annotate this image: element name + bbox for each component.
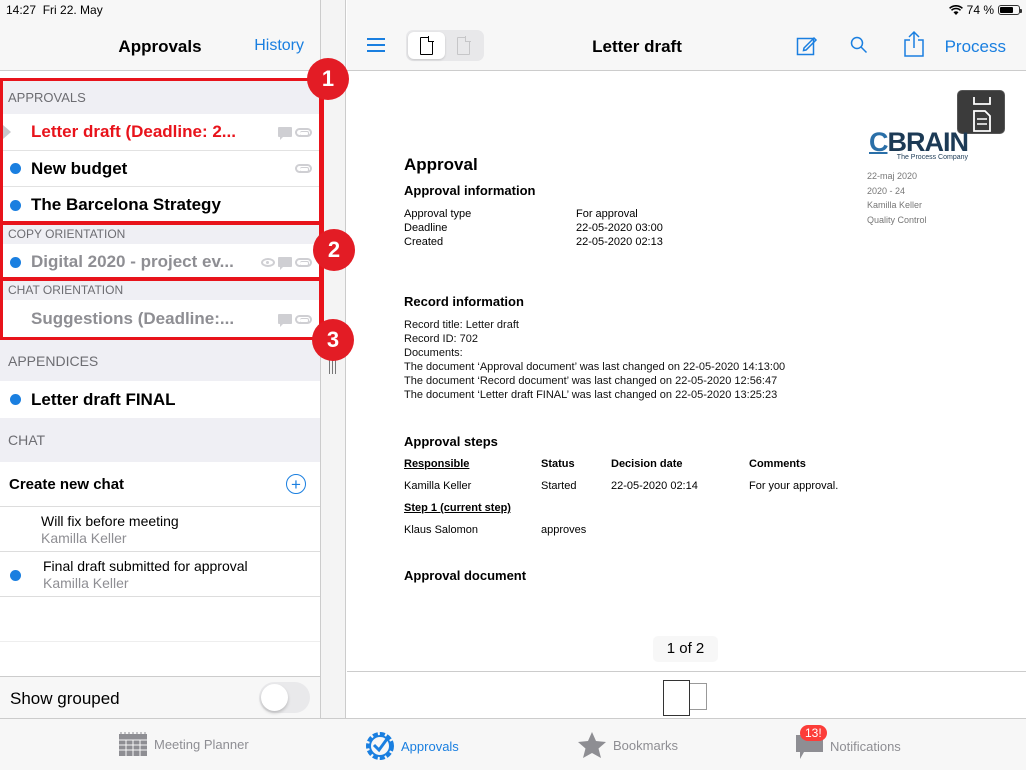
page-thumbnail-1[interactable] bbox=[663, 680, 690, 716]
create-new-chat-button[interactable]: Create new chat + bbox=[0, 462, 320, 507]
chat-message-item[interactable]: Final draft submitted for approval Kamil… bbox=[0, 552, 320, 597]
approval-badge-icon bbox=[366, 732, 394, 760]
unread-dot-icon bbox=[10, 394, 21, 405]
chat-message-author: Kamilla Keller bbox=[41, 530, 127, 546]
process-button[interactable]: Process bbox=[945, 37, 1006, 57]
tab-notifications[interactable]: 13! Notifications bbox=[795, 725, 901, 761]
record-info-heading: Record information bbox=[404, 294, 524, 309]
compose-icon[interactable] bbox=[796, 34, 818, 56]
show-grouped-toggle[interactable] bbox=[259, 682, 310, 713]
approval-item-label: The Barcelona Strategy bbox=[31, 195, 221, 214]
approval-info-heading: Approval information bbox=[404, 183, 536, 198]
document-title: Letter draft bbox=[592, 37, 682, 56]
document-nav-bar: 74 % Letter draft Process bbox=[347, 0, 1026, 71]
section-header-copy-orientation: COPY ORIENTATION bbox=[0, 223, 320, 244]
section-header-chat-orientation: CHAT ORIENTATION bbox=[0, 280, 320, 300]
comment-icon bbox=[278, 257, 292, 270]
tab-label: Approvals bbox=[401, 738, 459, 754]
chat-message-title: Final draft submitted for approval bbox=[43, 558, 248, 574]
approval-item-label: Letter draft (Deadline: 2... bbox=[31, 122, 236, 141]
page-thumbnail-2[interactable] bbox=[689, 683, 707, 710]
approval-info-row: Approval type For approval bbox=[404, 208, 638, 220]
doc-heading: Approval bbox=[404, 155, 478, 174]
wifi-icon bbox=[948, 4, 963, 15]
approval-info-row: Deadline 22-05-2020 03:00 bbox=[404, 222, 663, 234]
resize-grip-icon[interactable] bbox=[329, 360, 336, 374]
attachment-icon bbox=[295, 314, 312, 324]
approval-document-heading: Approval document bbox=[404, 568, 527, 583]
attachment-icon bbox=[295, 127, 312, 137]
tab-label: Bookmarks bbox=[613, 737, 679, 753]
page-thumbnail-strip bbox=[347, 671, 1026, 718]
callout-badge-1: 1 bbox=[307, 58, 349, 100]
section-header-approvals: APPROVALS bbox=[0, 80, 320, 114]
document-meta: 22-maj 2020 2020 - 24 Kamilla Keller Qua… bbox=[867, 171, 927, 225]
callout-badge-2: 2 bbox=[313, 229, 355, 271]
bottom-tab-bar: Meeting Planner Approvals Bookmarks 13! … bbox=[0, 718, 1026, 770]
selected-indicator-icon bbox=[3, 125, 11, 139]
tab-bookmarks[interactable]: Bookmarks bbox=[577, 731, 678, 759]
approval-steps-heading: Approval steps bbox=[404, 434, 498, 449]
tab-label: Meeting Planner bbox=[154, 736, 249, 752]
unread-dot-icon bbox=[10, 256, 21, 268]
approval-info-row: Created 22-05-2020 02:13 bbox=[404, 236, 663, 248]
chat-orientation-item-label: Suggestions (Deadline:... bbox=[31, 309, 235, 328]
unread-dot-icon bbox=[10, 570, 21, 581]
callout-badge-3: 3 bbox=[312, 319, 354, 361]
section-header-chat: CHAT bbox=[0, 418, 320, 462]
show-grouped-bar: Show grouped bbox=[0, 676, 320, 718]
attachment-icon bbox=[295, 257, 312, 267]
page-counter: 1 of 2 bbox=[653, 636, 718, 662]
approval-item-label: New budget bbox=[31, 158, 128, 178]
left-nav-bar: 14:27 Fri 22. May Approvals History bbox=[0, 0, 320, 71]
tab-approvals[interactable]: Approvals bbox=[365, 731, 459, 761]
chat-message-item[interactable]: Will fix before meeting Kamilla Keller bbox=[0, 507, 320, 552]
show-grouped-label: Show grouped bbox=[10, 689, 120, 708]
create-new-chat-label: Create new chat bbox=[9, 475, 125, 493]
status-indicators: 74 % bbox=[948, 3, 1022, 17]
battery-icon bbox=[998, 5, 1022, 15]
chat-orientation-item-suggestions[interactable]: Suggestions (Deadline:... bbox=[0, 300, 320, 338]
share-icon[interactable] bbox=[903, 30, 925, 58]
chat-message-title: Will fix before meeting bbox=[41, 513, 179, 529]
toggle-knob bbox=[261, 684, 288, 711]
copy-item-label: Digital 2020 - project ev... bbox=[31, 252, 234, 271]
calendar-icon bbox=[119, 732, 147, 756]
unread-dot-icon bbox=[10, 163, 21, 174]
cbrain-logo: CBRAIN The Process Company bbox=[869, 127, 969, 161]
eye-icon bbox=[261, 257, 275, 267]
status-time: 14:27 Fri 22. May bbox=[6, 3, 103, 17]
add-circle-icon[interactable]: + bbox=[286, 474, 306, 494]
callout-connector bbox=[321, 98, 324, 338]
unread-dot-icon bbox=[10, 199, 21, 211]
record-info-lines: Record title: Letter draft Record ID: 70… bbox=[404, 319, 786, 401]
appendix-item-label: Letter draft FINAL bbox=[31, 389, 176, 409]
chat-message-author: Kamilla Keller bbox=[43, 575, 129, 591]
search-icon[interactable] bbox=[850, 36, 868, 54]
tab-label: Notifications bbox=[830, 738, 901, 754]
approval-item-letter-draft[interactable]: Letter draft (Deadline: 2... bbox=[0, 114, 320, 151]
app-root: 14:27 Fri 22. May Approvals History APPR… bbox=[0, 0, 1026, 770]
notification-badge: 13! bbox=[800, 725, 827, 741]
section-header-appendices: APPENDICES bbox=[0, 340, 320, 381]
document-viewer[interactable]: CBRAIN The Process Company 22-maj 2020 2… bbox=[347, 71, 1026, 671]
appendix-item-letter-draft-final[interactable]: Letter draft FINAL bbox=[0, 381, 320, 418]
attachment-icon bbox=[295, 164, 312, 173]
approval-item-barcelona-strategy[interactable]: The Barcelona Strategy bbox=[0, 187, 320, 223]
tab-meeting-planner[interactable]: Meeting Planner bbox=[118, 731, 249, 757]
approval-item-new-budget[interactable]: New budget bbox=[0, 151, 320, 187]
history-button[interactable]: History bbox=[254, 37, 304, 55]
battery-percent: 74 % bbox=[966, 3, 994, 17]
empty-row bbox=[0, 597, 320, 642]
star-icon bbox=[578, 732, 606, 758]
copy-item-digital-2020[interactable]: Digital 2020 - project ev... bbox=[0, 244, 320, 280]
comment-icon bbox=[278, 314, 292, 327]
comment-icon bbox=[278, 127, 292, 140]
approvals-list-pane: 14:27 Fri 22. May Approvals History APPR… bbox=[0, 0, 321, 718]
